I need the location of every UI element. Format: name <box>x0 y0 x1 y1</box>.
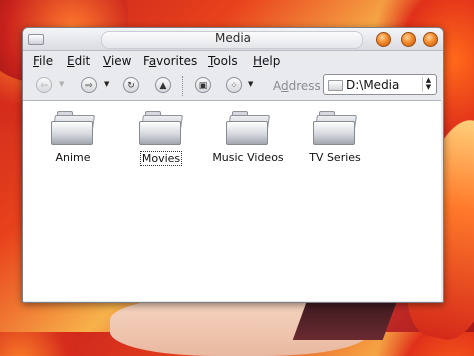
folder-item-music-videos[interactable]: Music Videos <box>208 111 288 165</box>
file-manager-window: Media File Edit View Favorites Tools Hel… <box>22 27 444 303</box>
maximize-button[interactable] <box>401 32 416 47</box>
forward-history-dropdown[interactable]: ▼ <box>104 80 109 88</box>
title-bar[interactable]: Media <box>23 28 443 51</box>
folder-item-tv-series[interactable]: TV Series <box>295 111 375 165</box>
toolbar-separator <box>182 76 184 96</box>
folder-icon <box>51 111 95 145</box>
views-button[interactable]: ⁘ <box>226 77 242 93</box>
menu-file[interactable]: File <box>33 54 53 68</box>
address-input[interactable]: D:\Media <box>346 78 399 92</box>
toolbar: ⇦ ▼ ⇨ ▼ ↻ ▲ ▣ ⁘ ▼ Address D:\Media ▲ ▼ <box>23 72 443 100</box>
folder-icon <box>139 111 183 145</box>
folder-icon <box>313 111 357 145</box>
address-dropdown-arrow[interactable]: ▲ ▼ <box>422 77 434 92</box>
reload-button[interactable]: ↻ <box>123 77 139 93</box>
menu-favorites[interactable]: Favorites <box>143 54 197 68</box>
folder-label: Music Videos <box>212 151 284 164</box>
views-dropdown[interactable]: ▼ <box>248 80 253 88</box>
close-button[interactable] <box>423 32 438 47</box>
menu-help[interactable]: Help <box>253 54 280 68</box>
folder-label: Movies <box>139 151 183 166</box>
address-combobox[interactable]: D:\Media ▲ ▼ <box>323 74 437 95</box>
folder-label: TV Series <box>309 151 361 164</box>
back-button[interactable]: ⇦ <box>36 77 52 93</box>
minimize-button[interactable] <box>376 32 391 47</box>
folder-item-anime[interactable]: Anime <box>33 111 113 165</box>
forward-button[interactable]: ⇨ <box>81 77 97 93</box>
menu-tools[interactable]: Tools <box>208 54 238 68</box>
view-mode-button[interactable]: ▣ <box>195 77 211 93</box>
folder-icon <box>328 80 343 91</box>
folder-item-movies[interactable]: Movies <box>121 111 201 166</box>
menu-bar: File Edit View Favorites Tools Help <box>23 51 443 71</box>
wallpaper-decoration <box>292 300 398 340</box>
folder-view[interactable]: Anime Movies Music Videos TV Series <box>23 100 441 301</box>
up-button[interactable]: ▲ <box>155 77 171 93</box>
folder-label: Anime <box>55 151 91 164</box>
menu-edit[interactable]: Edit <box>67 54 90 68</box>
folder-icon <box>226 111 270 145</box>
menu-view[interactable]: View <box>103 54 131 68</box>
back-history-dropdown[interactable]: ▼ <box>59 80 64 88</box>
address-label: Address <box>273 79 321 93</box>
